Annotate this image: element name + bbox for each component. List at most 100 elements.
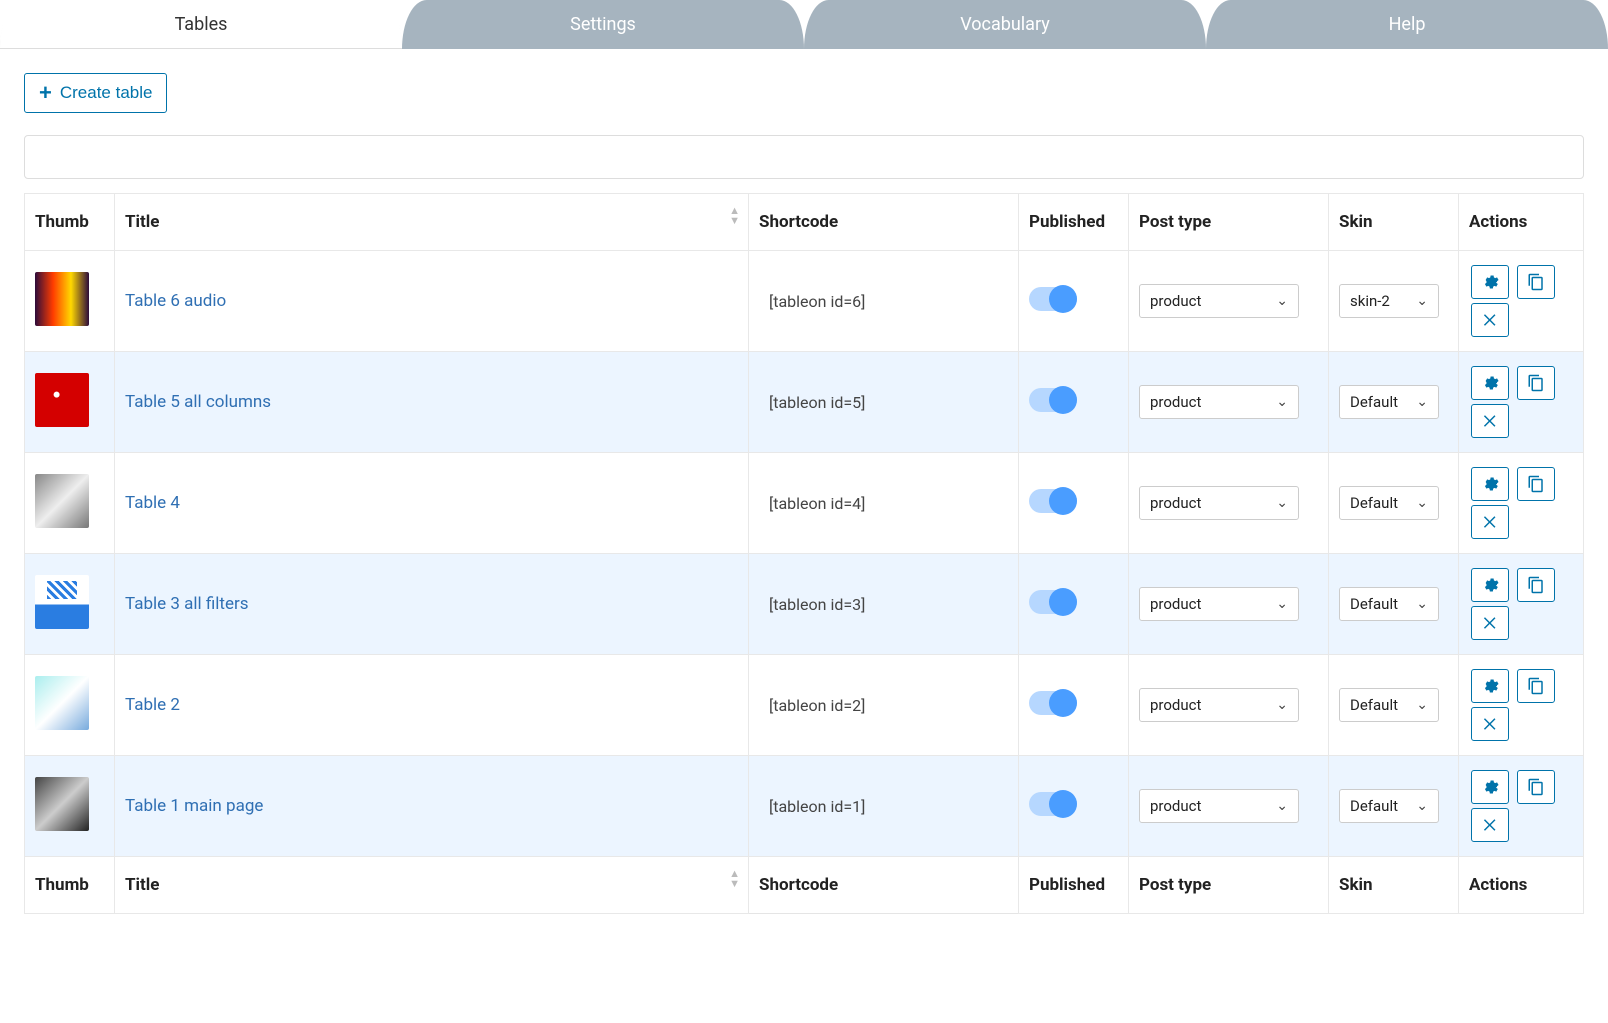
- col-actions-foot[interactable]: Actions: [1459, 857, 1584, 914]
- post-type-select[interactable]: product ⌄: [1139, 486, 1299, 520]
- gear-icon: [1481, 273, 1499, 291]
- chevron-down-icon: ⌄: [1276, 293, 1288, 309]
- published-toggle[interactable]: [1029, 792, 1077, 816]
- post-type-select[interactable]: product ⌄: [1139, 385, 1299, 419]
- chevron-down-icon: ⌄: [1416, 798, 1428, 814]
- skin-select[interactable]: Default ⌄: [1339, 587, 1439, 621]
- title-link[interactable]: Table 5 all columns: [125, 392, 271, 412]
- create-table-button[interactable]: + Create table: [24, 73, 167, 113]
- shortcode-text[interactable]: [tableon id=1]: [749, 756, 1019, 857]
- gear-icon: [1481, 475, 1499, 493]
- table-row: Table 6 audio [tableon id=6] product ⌄ s…: [25, 251, 1584, 352]
- shortcode-text[interactable]: [tableon id=4]: [749, 453, 1019, 554]
- toggle-knob: [1049, 588, 1077, 616]
- settings-button[interactable]: [1471, 568, 1509, 602]
- col-thumb-foot[interactable]: Thumb: [25, 857, 115, 914]
- tab-tables[interactable]: Tables: [0, 0, 402, 49]
- tab-settings[interactable]: Settings: [402, 0, 804, 49]
- title-link[interactable]: Table 6 audio: [125, 291, 226, 311]
- chevron-down-icon: ⌄: [1276, 495, 1288, 511]
- col-thumb[interactable]: Thumb: [25, 194, 115, 251]
- settings-button[interactable]: [1471, 265, 1509, 299]
- close-icon: [1481, 715, 1499, 733]
- published-toggle[interactable]: [1029, 489, 1077, 513]
- copy-icon: [1527, 677, 1545, 695]
- thumbnail[interactable]: [35, 373, 89, 427]
- skin-select[interactable]: Default ⌄: [1339, 789, 1439, 823]
- col-post-type[interactable]: Post type: [1129, 194, 1329, 251]
- shortcode-text[interactable]: [tableon id=3]: [749, 554, 1019, 655]
- search-input[interactable]: [24, 135, 1584, 179]
- col-published-foot[interactable]: Published: [1019, 857, 1129, 914]
- delete-button[interactable]: [1471, 404, 1509, 438]
- tab-help[interactable]: Help: [1206, 0, 1608, 49]
- close-icon: [1481, 311, 1499, 329]
- settings-button[interactable]: [1471, 467, 1509, 501]
- shortcode-text[interactable]: [tableon id=5]: [749, 352, 1019, 453]
- post-type-select[interactable]: product ⌄: [1139, 284, 1299, 318]
- chevron-down-icon: ⌄: [1416, 596, 1428, 612]
- delete-button[interactable]: [1471, 505, 1509, 539]
- col-shortcode-foot[interactable]: Shortcode: [749, 857, 1019, 914]
- delete-button[interactable]: [1471, 808, 1509, 842]
- copy-icon: [1527, 475, 1545, 493]
- delete-button[interactable]: [1471, 606, 1509, 640]
- col-published[interactable]: Published: [1019, 194, 1129, 251]
- col-post-type-foot[interactable]: Post type: [1129, 857, 1329, 914]
- col-actions[interactable]: Actions: [1459, 194, 1584, 251]
- title-link[interactable]: Table 3 all filters: [125, 594, 249, 614]
- close-icon: [1481, 412, 1499, 430]
- settings-button[interactable]: [1471, 366, 1509, 400]
- published-toggle[interactable]: [1029, 287, 1077, 311]
- chevron-down-icon: ⌄: [1276, 697, 1288, 713]
- col-shortcode[interactable]: Shortcode: [749, 194, 1019, 251]
- settings-button[interactable]: [1471, 770, 1509, 804]
- published-toggle[interactable]: [1029, 590, 1077, 614]
- col-skin-foot[interactable]: Skin: [1329, 857, 1459, 914]
- clone-button[interactable]: [1517, 568, 1555, 602]
- title-link[interactable]: Table 1 main page: [125, 796, 263, 816]
- chevron-down-icon: ⌄: [1416, 394, 1428, 410]
- chevron-down-icon: ⌄: [1416, 495, 1428, 511]
- published-toggle[interactable]: [1029, 691, 1077, 715]
- shortcode-text[interactable]: [tableon id=6]: [749, 251, 1019, 352]
- toggle-knob: [1049, 790, 1077, 818]
- thumbnail[interactable]: [35, 676, 89, 730]
- thumbnail[interactable]: [35, 777, 89, 831]
- post-type-select[interactable]: product ⌄: [1139, 587, 1299, 621]
- thumbnail[interactable]: [35, 272, 89, 326]
- clone-button[interactable]: [1517, 467, 1555, 501]
- clone-button[interactable]: [1517, 770, 1555, 804]
- clone-button[interactable]: [1517, 366, 1555, 400]
- skin-select[interactable]: skin-2 ⌄: [1339, 284, 1439, 318]
- skin-select[interactable]: Default ⌄: [1339, 688, 1439, 722]
- shortcode-text[interactable]: [tableon id=2]: [749, 655, 1019, 756]
- delete-button[interactable]: [1471, 303, 1509, 337]
- post-type-select[interactable]: product ⌄: [1139, 688, 1299, 722]
- col-title-foot-label: Title: [125, 875, 159, 895]
- thumbnail[interactable]: [35, 575, 89, 629]
- create-table-label: Create table: [60, 83, 153, 103]
- clone-button[interactable]: [1517, 265, 1555, 299]
- chevron-down-icon: ⌄: [1416, 697, 1428, 713]
- published-toggle[interactable]: [1029, 388, 1077, 412]
- skin-select[interactable]: Default ⌄: [1339, 486, 1439, 520]
- skin-select[interactable]: Default ⌄: [1339, 385, 1439, 419]
- post-type-value: product: [1150, 494, 1201, 512]
- title-link[interactable]: Table 4: [125, 493, 180, 513]
- col-title-foot[interactable]: Title ▲▼: [115, 857, 749, 914]
- post-type-select[interactable]: product ⌄: [1139, 789, 1299, 823]
- tab-bar: Tables Settings Vocabulary Help: [0, 0, 1608, 49]
- delete-button[interactable]: [1471, 707, 1509, 741]
- col-title[interactable]: Title ▲▼: [115, 194, 749, 251]
- tab-vocabulary[interactable]: Vocabulary: [804, 0, 1206, 49]
- title-link[interactable]: Table 2: [125, 695, 180, 715]
- col-skin[interactable]: Skin: [1329, 194, 1459, 251]
- thumbnail[interactable]: [35, 474, 89, 528]
- post-type-value: product: [1150, 595, 1201, 613]
- clone-button[interactable]: [1517, 669, 1555, 703]
- skin-value: skin-2: [1350, 292, 1390, 310]
- post-type-value: product: [1150, 696, 1201, 714]
- post-type-value: product: [1150, 292, 1201, 310]
- settings-button[interactable]: [1471, 669, 1509, 703]
